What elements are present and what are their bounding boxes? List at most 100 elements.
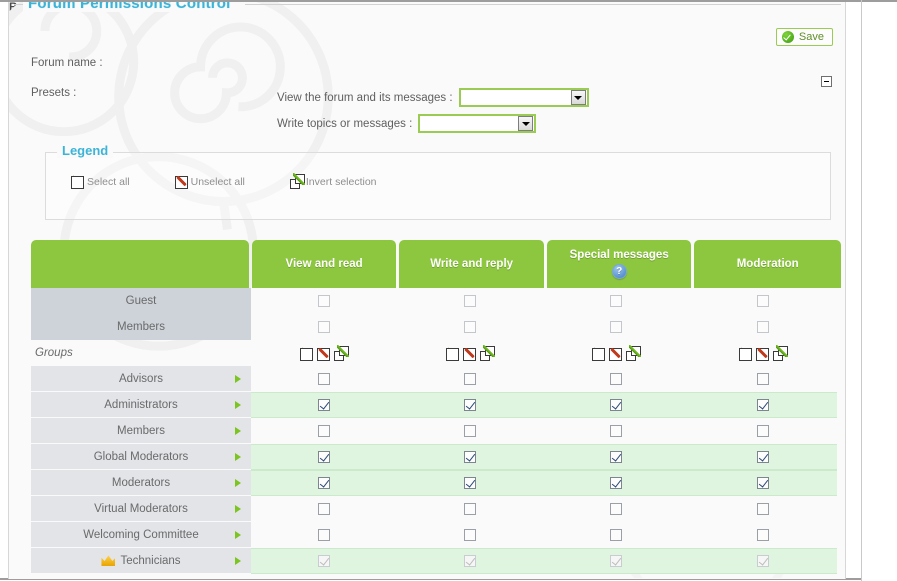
app-screen: Forum Permissions Control Save Forum nam…	[0, 0, 897, 581]
row-cells	[251, 548, 841, 574]
row-label-cell[interactable]: Virtual Moderators	[31, 496, 251, 522]
chevron-right-icon[interactable]	[235, 452, 241, 461]
permission-checkbox[interactable]	[318, 425, 330, 437]
permission-cell	[251, 340, 397, 366]
select-all-icon[interactable]	[445, 346, 461, 361]
permission-checkbox[interactable]	[318, 451, 330, 463]
permission-checkbox[interactable]	[757, 373, 769, 385]
permission-cell	[397, 470, 543, 496]
legend-items: Select all Unselect all Invert selection	[71, 173, 377, 189]
save-button-label: Save	[798, 31, 824, 43]
permission-checkbox[interactable]	[757, 503, 769, 515]
invert-selection-icon[interactable]	[625, 344, 641, 361]
chevron-right-icon[interactable]	[235, 478, 241, 487]
select-all-icon[interactable]	[591, 346, 607, 361]
select-all-icon	[71, 174, 86, 189]
chevron-right-icon[interactable]	[235, 504, 241, 513]
permission-cell	[397, 340, 543, 366]
row-label-cell[interactable]: Welcoming Committee	[31, 522, 251, 548]
permission-checkbox[interactable]	[318, 503, 330, 515]
permission-checkbox[interactable]	[610, 503, 622, 515]
permission-checkbox[interactable]	[318, 399, 330, 411]
permission-checkbox[interactable]	[610, 321, 622, 333]
group-action-icons	[591, 344, 641, 361]
invert-selection-icon[interactable]	[772, 344, 788, 361]
permission-checkbox[interactable]	[464, 503, 476, 515]
title-rule-right	[245, 4, 841, 5]
permission-cell	[689, 522, 837, 548]
chevron-right-icon[interactable]	[235, 426, 241, 435]
select-all-icon[interactable]	[738, 346, 754, 361]
permission-cell	[689, 444, 837, 470]
row-cells	[251, 288, 841, 314]
row-label-cell[interactable]: Technicians	[31, 548, 251, 574]
write-preset-row: Write topics or messages :	[277, 114, 537, 133]
save-button[interactable]: Save	[775, 28, 833, 46]
permission-checkbox[interactable]	[757, 425, 769, 437]
row-cells	[251, 392, 841, 418]
row-label-cell[interactable]: Members	[31, 418, 251, 444]
chevron-right-icon[interactable]	[235, 556, 241, 565]
question-icon[interactable]: ?	[611, 263, 627, 279]
unselect-all-icon[interactable]	[608, 346, 624, 361]
permission-checkbox[interactable]	[464, 321, 476, 333]
row-label-cell[interactable]: Advisors	[31, 366, 251, 392]
permission-checkbox[interactable]	[318, 295, 330, 307]
permission-checkbox[interactable]	[464, 529, 476, 541]
permission-checkbox[interactable]	[757, 451, 769, 463]
permission-checkbox[interactable]	[610, 373, 622, 385]
permission-cell	[397, 444, 543, 470]
permission-cell	[689, 470, 837, 496]
permission-cell	[543, 392, 689, 418]
permission-checkbox[interactable]	[757, 477, 769, 489]
row-label: Moderators	[111, 476, 171, 489]
permission-checkbox[interactable]	[464, 295, 476, 307]
permission-checkbox[interactable]	[757, 399, 769, 411]
column-header-view-and-read: View and read	[251, 240, 397, 288]
permission-checkbox[interactable]	[757, 295, 769, 307]
permission-cell	[397, 548, 543, 574]
permission-cell	[689, 288, 837, 314]
legend-item-unselect-all: Unselect all	[174, 174, 245, 189]
permission-checkbox[interactable]	[610, 529, 622, 541]
chevron-right-icon[interactable]	[235, 400, 241, 409]
select-all-icon[interactable]	[299, 346, 315, 361]
permission-checkbox[interactable]	[318, 373, 330, 385]
permission-checkbox[interactable]	[464, 477, 476, 489]
invert-selection-icon[interactable]	[333, 344, 349, 361]
permission-cell	[689, 314, 837, 340]
legend-label: Invert selection	[305, 175, 377, 188]
permission-checkbox[interactable]	[464, 451, 476, 463]
table-row: Administrators	[31, 392, 841, 418]
view-preset-select[interactable]	[458, 88, 589, 107]
unselect-all-icon[interactable]	[462, 346, 478, 361]
permission-checkbox[interactable]	[464, 425, 476, 437]
permission-checkbox[interactable]	[464, 373, 476, 385]
row-cells	[251, 496, 841, 522]
permission-checkbox[interactable]	[610, 451, 622, 463]
unselect-all-icon[interactable]	[755, 346, 771, 361]
chevron-down-icon	[570, 90, 586, 105]
permission-checkbox[interactable]	[318, 477, 330, 489]
row-label-cell[interactable]: Moderators	[31, 470, 251, 496]
write-preset-select[interactable]	[418, 114, 537, 133]
permission-checkbox[interactable]	[757, 529, 769, 541]
permission-cell	[689, 392, 837, 418]
collapse-toggle[interactable]	[821, 76, 832, 87]
row-label-cell[interactable]: Administrators	[31, 392, 251, 418]
permission-checkbox[interactable]	[757, 321, 769, 333]
chevron-right-icon[interactable]	[235, 530, 241, 539]
row-label-cell[interactable]: Global Moderators	[31, 444, 251, 470]
permission-cell	[397, 496, 543, 522]
unselect-all-icon[interactable]	[316, 346, 332, 361]
permission-checkbox[interactable]	[610, 295, 622, 307]
row-label-cell: Members	[31, 314, 251, 340]
permission-checkbox[interactable]	[610, 399, 622, 411]
permission-checkbox[interactable]	[610, 425, 622, 437]
invert-selection-icon[interactable]	[479, 344, 495, 361]
chevron-right-icon[interactable]	[235, 374, 241, 383]
permission-checkbox[interactable]	[464, 399, 476, 411]
permission-checkbox[interactable]	[610, 477, 622, 489]
permission-checkbox[interactable]	[318, 529, 330, 541]
permission-checkbox[interactable]	[318, 321, 330, 333]
